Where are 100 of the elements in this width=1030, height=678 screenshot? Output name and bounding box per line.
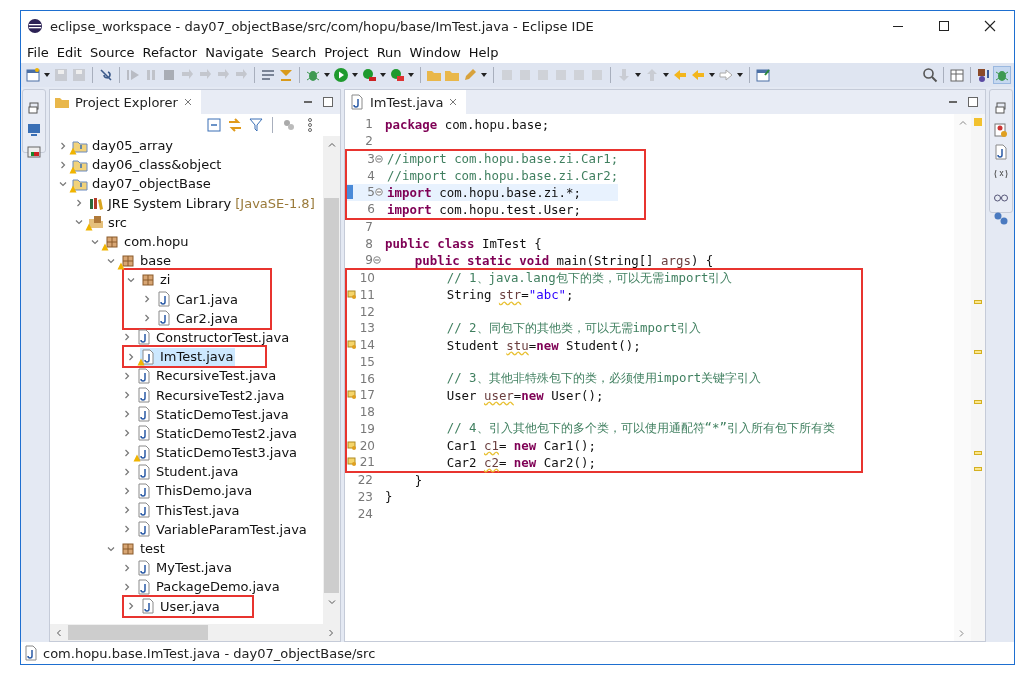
- chevron-right-icon[interactable]: [122, 332, 132, 343]
- scroll-right-icon[interactable]: [326, 627, 336, 638]
- warning-marker[interactable]: [974, 400, 982, 405]
- tree-item[interactable]: base: [120, 251, 173, 270]
- java-perspective-icon[interactable]: [976, 67, 992, 83]
- link-icon[interactable]: [227, 117, 243, 133]
- scroll-up-icon[interactable]: [957, 118, 968, 128]
- tree-item[interactable]: Car2.java: [156, 309, 241, 328]
- menu-item[interactable]: Run: [372, 44, 406, 60]
- chevron-right-icon[interactable]: [58, 140, 68, 151]
- search-icon[interactable]: [922, 67, 938, 83]
- java-file-icon[interactable]: [993, 144, 1009, 160]
- tree-item[interactable]: day06_class&object: [72, 155, 224, 174]
- monitor-icon[interactable]: [26, 122, 42, 138]
- new-file-icon[interactable]: [25, 67, 41, 83]
- scroll-up-icon[interactable]: [326, 140, 337, 150]
- breakpoints-icon[interactable]: [993, 210, 1009, 226]
- menu-item[interactable]: Source: [85, 44, 139, 60]
- menu-item[interactable]: Navigate: [201, 44, 268, 60]
- tree-item[interactable]: com.hopu: [104, 232, 191, 251]
- chevron-right-icon[interactable]: [58, 159, 68, 170]
- outline-icon[interactable]: [993, 122, 1009, 138]
- chevron-right-icon[interactable]: [122, 466, 132, 477]
- chevron-right-icon[interactable]: [122, 485, 132, 496]
- chevron-right-icon[interactable]: [142, 313, 152, 324]
- view-tab[interactable]: Project Explorer: [50, 90, 201, 114]
- tree-item[interactable]: day07_objectBase: [72, 174, 213, 193]
- warning-marker[interactable]: [974, 467, 982, 472]
- scroll-thumb[interactable]: [68, 625, 208, 640]
- menu-item[interactable]: Help: [464, 44, 503, 60]
- chevron-right-icon[interactable]: [122, 428, 132, 439]
- tree-item[interactable]: RecursiveTest2.java: [136, 386, 287, 405]
- tree-item[interactable]: JRE System Library [JavaSE-1.8]: [88, 194, 317, 213]
- filter-icon[interactable]: [248, 117, 264, 133]
- chevron-right-icon[interactable]: [122, 581, 132, 592]
- chevron-right-icon[interactable]: [74, 198, 84, 209]
- menu-item[interactable]: Search: [267, 44, 321, 60]
- fold-icon[interactable]: [373, 256, 381, 265]
- chevron-right-icon[interactable]: [122, 370, 132, 381]
- tree-item[interactable]: VariableParamTest.java: [136, 520, 309, 539]
- window-icon[interactable]: [755, 67, 771, 83]
- menu-item[interactable]: Window: [405, 44, 465, 60]
- restore-icon[interactable]: [993, 100, 1009, 116]
- console-icon[interactable]: [26, 144, 42, 160]
- tree-item[interactable]: RecursiveTest.java: [136, 366, 279, 385]
- slash-icon[interactable]: [98, 67, 114, 83]
- menu-item[interactable]: File: [23, 44, 53, 60]
- coverage-icon[interactable]: [361, 67, 377, 83]
- fold-icon[interactable]: [375, 188, 383, 197]
- tree-item[interactable]: ThisDemo.java: [136, 481, 255, 500]
- tree-item[interactable]: zi: [140, 270, 173, 289]
- tree-item[interactable]: StaticDemoTest3.java: [136, 443, 300, 462]
- tree-item[interactable]: ImTest.java: [140, 347, 236, 366]
- tree-item[interactable]: PackageDemo.java: [136, 577, 282, 596]
- chevron-right-icon[interactable]: [122, 390, 132, 401]
- collapse-all-icon[interactable]: [206, 117, 222, 133]
- scroll-down-icon[interactable]: [326, 597, 337, 607]
- warning-marker[interactable]: [974, 450, 982, 455]
- tree-item[interactable]: MyTest.java: [136, 558, 234, 577]
- tree-item[interactable]: src: [88, 213, 129, 232]
- chevron-right-icon[interactable]: [122, 409, 132, 420]
- horizontal-scrollbar[interactable]: [50, 624, 340, 641]
- warning-marker[interactable]: [974, 350, 982, 355]
- tree-item[interactable]: ConstructorTest.java: [136, 328, 292, 347]
- vertical-scrollbar[interactable]: [323, 136, 340, 624]
- close-icon[interactable]: [984, 20, 996, 32]
- tree-item[interactable]: StaticDemoTest.java: [136, 405, 291, 424]
- chevron-right-icon[interactable]: [122, 505, 132, 516]
- stop-icon[interactable]: [161, 67, 177, 83]
- menu-item[interactable]: Project: [320, 44, 373, 60]
- tree-item[interactable]: test: [120, 539, 167, 558]
- vertical-scrollbar[interactable]: [954, 114, 971, 641]
- chevron-right-icon[interactable]: [122, 562, 132, 573]
- editor-tab[interactable]: ImTest.java: [345, 90, 467, 114]
- tree-item[interactable]: day05_array: [72, 136, 176, 155]
- chevron-right-icon[interactable]: [142, 294, 152, 305]
- marker-icon[interactable]: [278, 67, 294, 83]
- external-tool-icon[interactable]: [389, 67, 405, 83]
- scroll-thumb[interactable]: [324, 198, 339, 593]
- run-icon[interactable]: [333, 67, 349, 83]
- chevron-right-icon[interactable]: [122, 524, 132, 535]
- tree-item[interactable]: StaticDemoTest2.java: [136, 424, 300, 443]
- chevron-right-icon[interactable]: [126, 601, 136, 612]
- tree-item[interactable]: Student.java: [136, 462, 241, 481]
- tree-item[interactable]: ThisTest.java: [136, 501, 242, 520]
- restore-icon[interactable]: [26, 100, 42, 116]
- tree-item[interactable]: Car1.java: [156, 290, 241, 309]
- bug-perspective-icon[interactable]: [994, 67, 1010, 83]
- perspective-icon[interactable]: [949, 67, 965, 83]
- working-set-icon[interactable]: [281, 117, 297, 133]
- chevron-right-icon[interactable]: [122, 447, 132, 458]
- fold-icon[interactable]: [375, 154, 383, 163]
- menu-item[interactable]: Refactor: [138, 44, 202, 60]
- menu-item[interactable]: Edit: [52, 44, 86, 60]
- maximize-icon[interactable]: [938, 20, 950, 32]
- list-icon[interactable]: [260, 67, 276, 83]
- warning-marker[interactable]: [974, 299, 982, 304]
- tree-item[interactable]: User.java: [140, 597, 222, 616]
- chevron-right-icon[interactable]: [126, 351, 136, 362]
- scroll-left-icon[interactable]: [54, 627, 64, 638]
